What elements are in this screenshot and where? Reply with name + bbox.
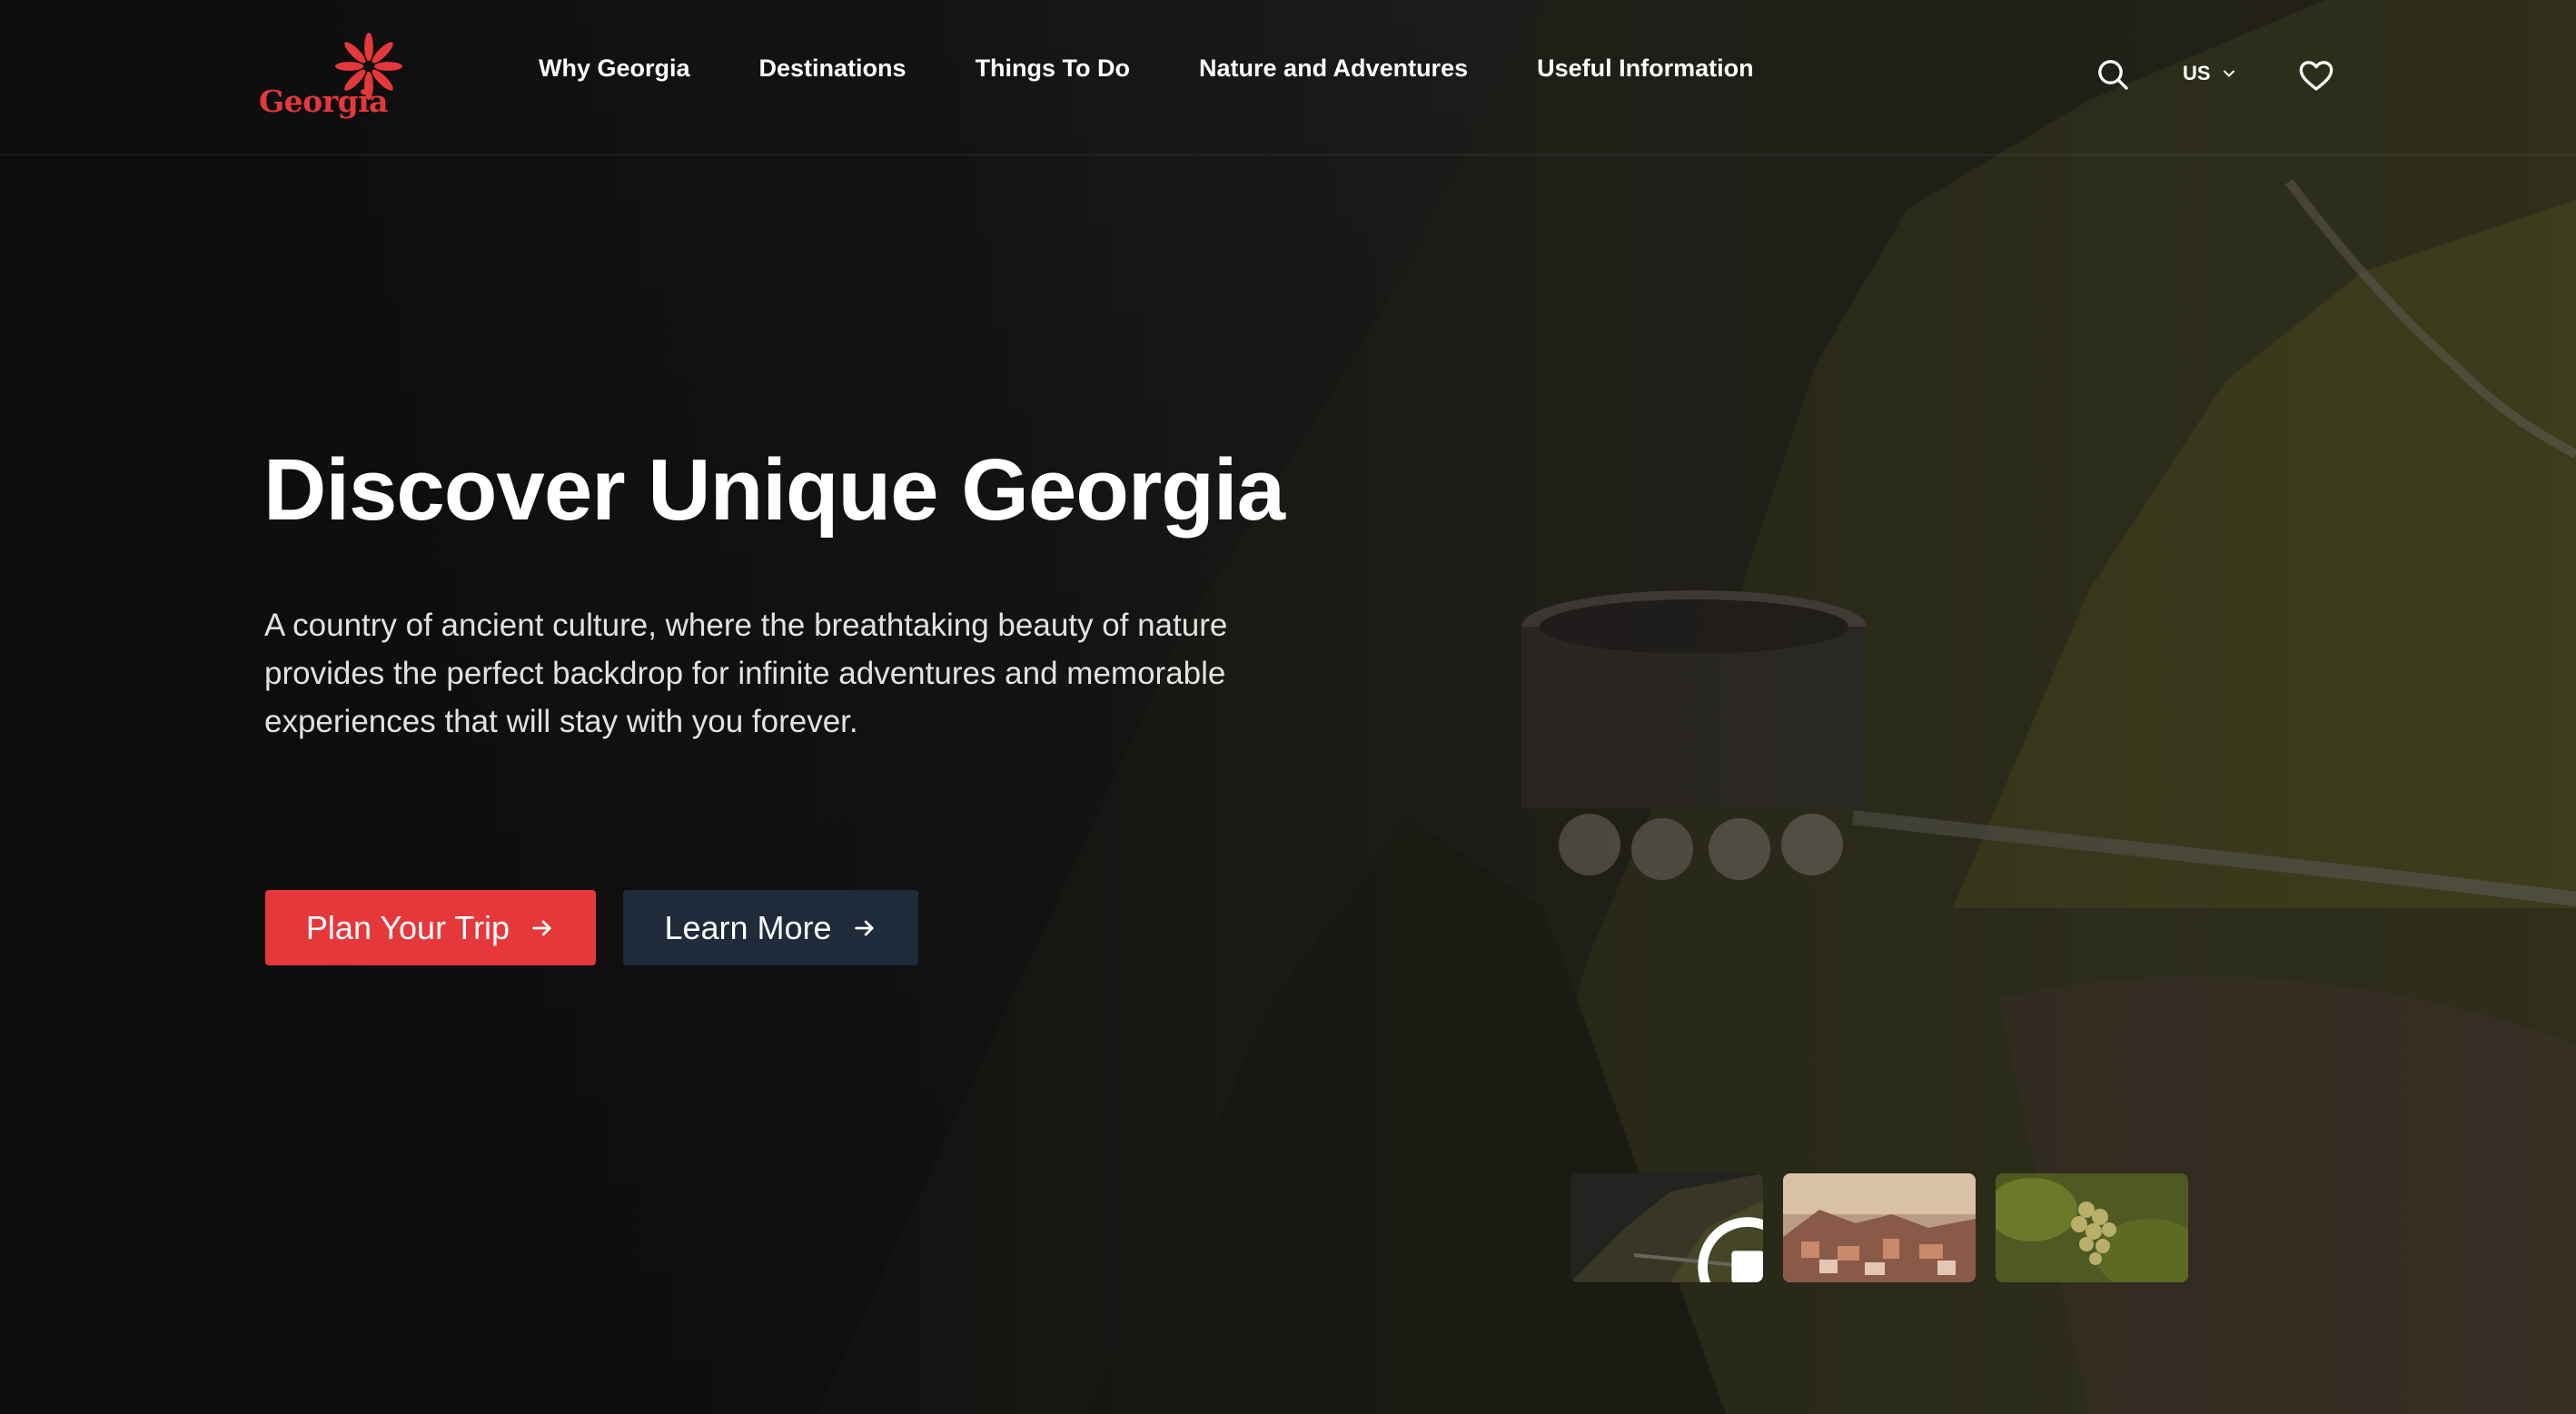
site-header: Georgia Why Georgia Destinations Things … — [0, 0, 2576, 155]
language-label: US — [2183, 62, 2211, 84]
hero-slider-thumbnails — [1570, 1173, 2188, 1282]
learn-more-label: Learn More — [664, 908, 832, 946]
mountain-monument-thumbnail[interactable] — [1570, 1173, 1763, 1282]
search-icon — [2098, 60, 2128, 90]
arrow-right-icon — [854, 920, 874, 935]
hero-title: Discover Unique Georgia — [263, 441, 1285, 539]
learn-more-button[interactable]: Learn More — [623, 890, 918, 965]
nav-nature-and-adventures[interactable]: Nature and Adventures — [1199, 54, 1468, 83]
plan-your-trip-label: Plan Your Trip — [305, 908, 510, 946]
search-button[interactable] — [2095, 56, 2131, 93]
arrow-right-icon — [532, 920, 551, 935]
georgia-logo[interactable]: Georgia — [257, 31, 411, 122]
chevron-down-icon — [2223, 70, 2234, 77]
vineyard-grapes-thumbnail[interactable] — [1996, 1173, 2188, 1282]
language-selector[interactable]: US — [2183, 62, 2238, 85]
logo-wordmark: Georgia — [259, 84, 389, 119]
old-town-city-image — [1783, 1173, 1976, 1282]
nav-destinations[interactable]: Destinations — [759, 54, 907, 83]
heart-icon — [2299, 61, 2333, 91]
vineyard-grapes-image — [1996, 1173, 2188, 1282]
nav-useful-information[interactable]: Useful Information — [1537, 54, 1754, 83]
hero-description: A country of ancient culture, where the … — [264, 608, 1228, 739]
old-town-city-thumbnail[interactable] — [1783, 1173, 1976, 1282]
plan-your-trip-button[interactable]: Plan Your Trip — [265, 890, 596, 965]
stop-icon[interactable] — [1651, 1212, 1763, 1282]
main-navigation: Why Georgia Destinations Things To Do Na… — [539, 54, 1754, 83]
nav-things-to-do[interactable]: Things To Do — [976, 54, 1130, 83]
nav-why-georgia[interactable]: Why Georgia — [539, 54, 690, 83]
favorites-button[interactable] — [2298, 58, 2334, 93]
